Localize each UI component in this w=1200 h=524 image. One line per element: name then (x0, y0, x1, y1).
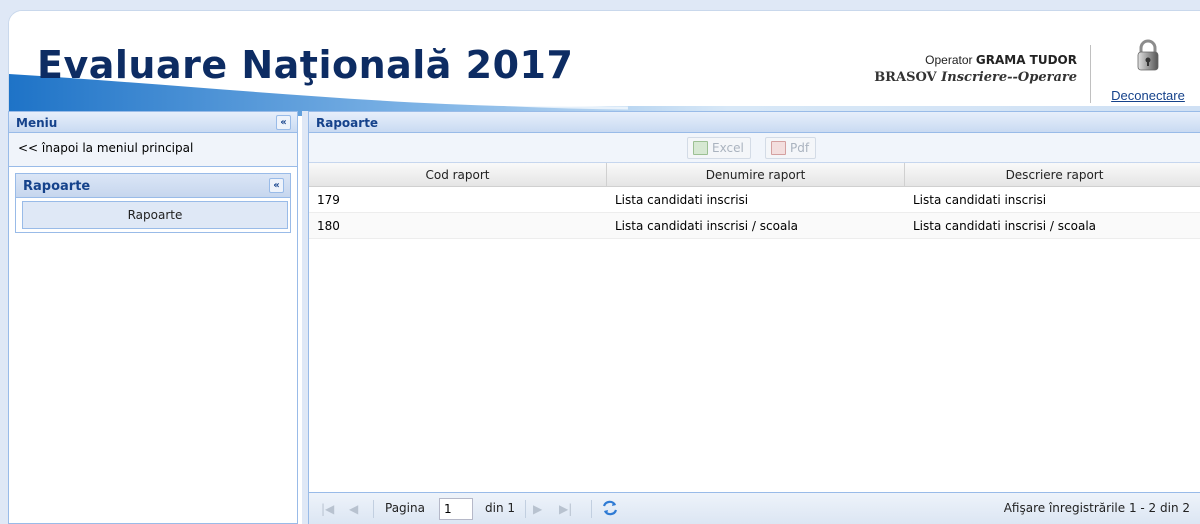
table-cell: Lista candidati inscrisi / scoala (615, 219, 799, 233)
excel-icon (693, 141, 708, 155)
menu-panel: Meniu « << înapoi la meniul principal Ra… (8, 111, 298, 524)
main-panel-header: Rapoarte (309, 111, 1200, 133)
paging-toolbar: |◀ ◀ Pagina din 1 ▶ ▶| Afişare înregistr… (309, 492, 1200, 524)
back-to-main-menu-link[interactable]: << înapoi la meniul principal (9, 133, 297, 167)
grid-header: Cod raport Denumire raport Descriere rap… (309, 163, 1200, 187)
location: BRASOV (874, 70, 937, 85)
column-header-descriere[interactable]: Descriere raport (905, 163, 1200, 186)
logout-button[interactable]: Deconectare (1103, 39, 1193, 103)
refresh-icon[interactable] (601, 499, 619, 517)
table-cell: Lista candidati inscrisi (913, 193, 1047, 207)
role: Inscriere--Operare (941, 70, 1077, 85)
double-chevron-up-icon: « (273, 180, 280, 191)
export-excel-button[interactable]: Excel (687, 137, 751, 159)
header: Evaluare Naţională 2017 Operator GRAMA T… (9, 11, 1200, 116)
first-page-icon[interactable]: |◀ (321, 502, 334, 516)
collapse-menu-button[interactable]: « (276, 115, 291, 130)
reports-section-header[interactable]: Rapoarte « (16, 174, 290, 198)
table-cell: 180 (317, 219, 340, 233)
table-cell: 179 (317, 193, 340, 207)
paging-separator (591, 500, 592, 518)
double-chevron-left-icon: « (280, 117, 287, 128)
operator-prefix: Operator (925, 53, 973, 67)
column-header-cod[interactable]: Cod raport (309, 163, 607, 186)
pdf-icon (771, 141, 786, 155)
menu-item-rapoarte[interactable]: Rapoarte (22, 201, 288, 229)
reports-section-body: Rapoarte (16, 198, 290, 232)
toolbar: Excel Pdf (309, 133, 1200, 163)
page-number-input[interactable] (439, 498, 473, 520)
paging-separator (373, 500, 374, 518)
operator-name: GRAMA TUDOR (975, 53, 1077, 67)
user-info: Operator GRAMA TUDOR BRASOV Inscriere--O… (874, 52, 1077, 86)
last-page-icon[interactable]: ▶| (559, 502, 572, 516)
main-panel: Rapoarte Excel Pdf Cod raport Denumire r… (302, 111, 1200, 524)
menu-header: Meniu « (9, 111, 297, 133)
prev-page-icon[interactable]: ◀ (349, 502, 358, 516)
page-count: din 1 (485, 501, 516, 515)
table-cell: Lista candidati inscrisi / scoala (913, 219, 1097, 233)
table-cell: Lista candidati inscrisi (615, 193, 749, 207)
app-title: Evaluare Naţională 2017 (37, 43, 574, 87)
column-header-denumire[interactable]: Denumire raport (607, 163, 905, 186)
next-page-icon[interactable]: ▶ (533, 502, 542, 516)
records-summary: Afişare înregistrările 1 - 2 din 2 (1003, 501, 1190, 515)
table-row[interactable]: 179 Lista candidati inscrisi Lista candi… (309, 187, 1200, 213)
table-row[interactable]: 180 Lista candidati inscrisi / scoala Li… (309, 213, 1200, 239)
logout-link[interactable]: Deconectare (1103, 88, 1193, 103)
excel-label: Excel (712, 141, 744, 155)
reports-section-title: Rapoarte (23, 179, 91, 194)
collapse-section-button[interactable]: « (269, 178, 284, 193)
main-panel-title: Rapoarte (316, 116, 379, 130)
paging-separator (525, 500, 526, 518)
header-divider (1090, 45, 1091, 103)
pdf-label: Pdf (790, 141, 810, 155)
export-pdf-button[interactable]: Pdf (765, 137, 817, 159)
menu-title: Meniu (16, 116, 58, 130)
page-label: Pagina (385, 501, 425, 515)
lock-icon (1137, 39, 1159, 71)
reports-section: Rapoarte « Rapoarte (15, 173, 291, 233)
